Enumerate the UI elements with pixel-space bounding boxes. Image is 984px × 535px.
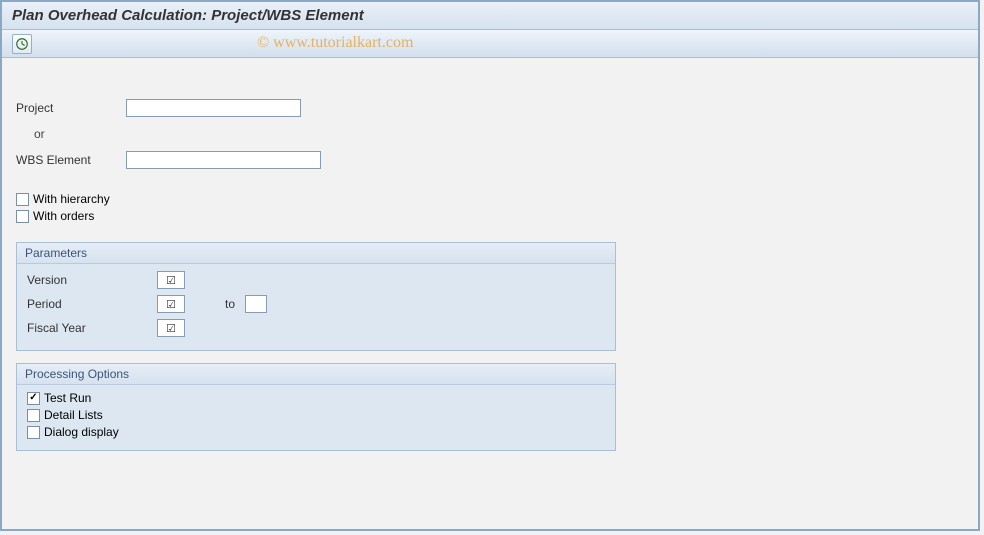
with-orders-label: With orders [33, 209, 94, 223]
with-hierarchy-label: With hierarchy [33, 192, 110, 206]
processing-options-group: Processing Options Test Run Detail Lists… [16, 363, 616, 451]
watermark-text: © www.tutorialkart.com [257, 34, 413, 52]
required-icon: ☑ [166, 274, 176, 287]
fiscal-year-input[interactable]: ☑ [157, 319, 185, 337]
to-label: to [225, 297, 235, 311]
with-orders-checkbox[interactable] [16, 210, 29, 223]
title-bar: Plan Overhead Calculation: Project/WBS E… [2, 2, 978, 30]
dialog-display-checkbox[interactable] [27, 426, 40, 439]
or-label: or [16, 127, 126, 141]
test-run-label: Test Run [44, 391, 91, 405]
detail-lists-label: Detail Lists [44, 408, 103, 422]
test-run-checkbox[interactable] [27, 392, 40, 405]
execute-clock-icon [15, 37, 29, 51]
fiscal-year-label: Fiscal Year [27, 321, 157, 335]
toolbar: © www.tutorialkart.com [2, 30, 978, 58]
parameters-group-title: Parameters [17, 243, 615, 264]
period-from-input[interactable]: ☑ [157, 295, 185, 313]
execute-button[interactable] [12, 34, 32, 54]
version-label: Version [27, 273, 157, 287]
with-hierarchy-checkbox[interactable] [16, 193, 29, 206]
page-title: Plan Overhead Calculation: Project/WBS E… [12, 7, 364, 24]
parameters-group: Parameters Version ☑ Period ☑ to Fiscal … [16, 242, 616, 351]
content-area: Project or WBS Element With hierarchy Wi… [2, 58, 978, 477]
required-icon: ☑ [166, 298, 176, 311]
wbs-element-label: WBS Element [16, 153, 126, 167]
project-label: Project [16, 101, 126, 115]
project-input[interactable] [126, 99, 301, 117]
version-input[interactable]: ☑ [157, 271, 185, 289]
dialog-display-label: Dialog display [44, 425, 119, 439]
period-label: Period [27, 297, 157, 311]
required-icon: ☑ [166, 322, 176, 335]
period-to-input[interactable] [245, 295, 267, 313]
detail-lists-checkbox[interactable] [27, 409, 40, 422]
main-window: Plan Overhead Calculation: Project/WBS E… [0, 0, 980, 531]
processing-options-group-title: Processing Options [17, 364, 615, 385]
wbs-element-input[interactable] [126, 151, 321, 169]
